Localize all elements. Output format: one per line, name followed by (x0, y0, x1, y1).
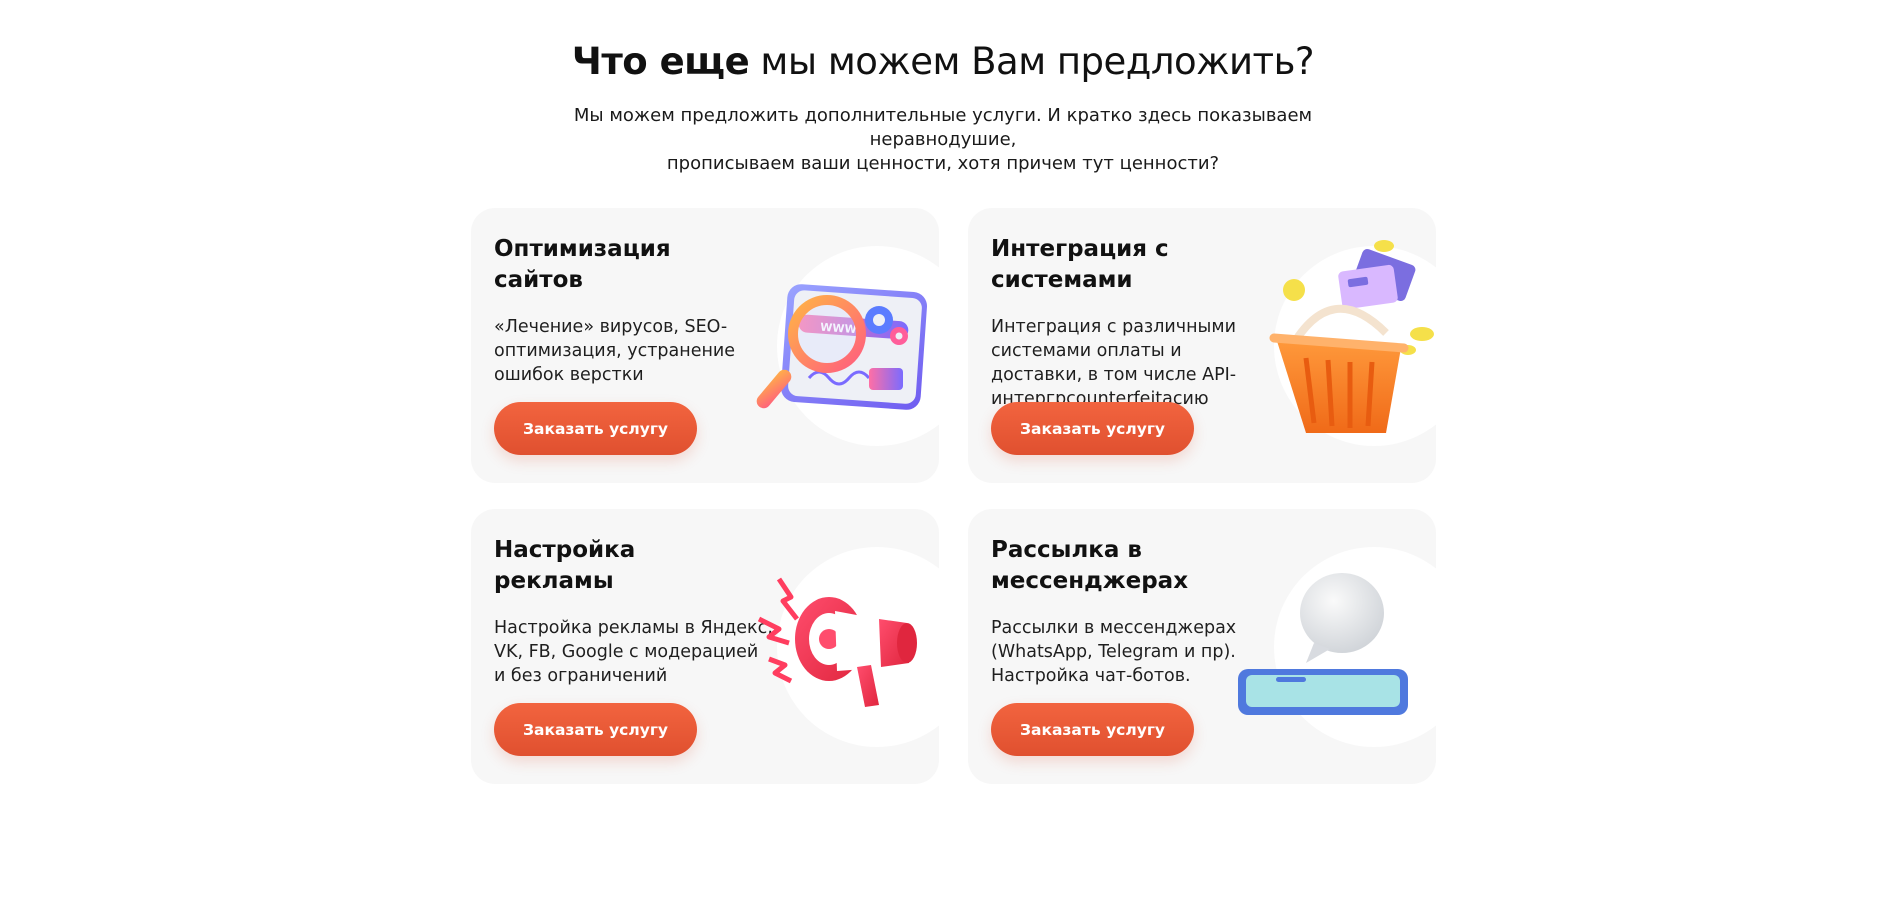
service-description: Интеграция с различными системами оплаты… (991, 317, 1237, 409)
section-subtitle: Мы можем предложить дополнительные услуг… (543, 104, 1343, 176)
subtitle-line-2: прописываем ваши ценности, хотя причем т… (666, 153, 1220, 174)
service-title: Оптимизация сайтов (494, 236, 671, 293)
subtitle-line-1: Мы можем предложить дополнительные услуг… (573, 105, 1313, 150)
order-service-button[interactable]: Заказать услугу (991, 402, 1194, 455)
order-service-button[interactable]: Заказать услугу (494, 703, 697, 756)
service-card-messengers: Рассылка в мессенджерах Рассылки в мессе… (968, 509, 1436, 784)
service-card-ads: Настройка рекламы Настройка рекламы в Ян… (471, 509, 939, 784)
service-card-optimization: Оптимизация сайтов «Лечение» вирусов, SE… (471, 208, 939, 483)
section-heading: Что еще мы можем Вам предложить? (0, 38, 1886, 86)
services-section: Что еще мы можем Вам предложить? Мы може… (0, 0, 1886, 904)
service-title: Настройка рекламы (494, 537, 636, 594)
service-title: Интеграция с системами (991, 236, 1169, 293)
shopping-basket-icon (1236, 238, 1436, 448)
phone-chat-bubble-icon (1236, 539, 1436, 749)
service-card-integration: Интеграция с системами Интеграция с разл… (968, 208, 1436, 483)
service-description: «Лечение» вирусов, SEO-оптимизация, устр… (494, 317, 736, 385)
heading-strong: Что еще (571, 40, 750, 83)
heading-rest: мы можем Вам предложить? (749, 40, 1315, 83)
megaphone-icon (739, 539, 939, 749)
order-service-button[interactable]: Заказать услугу (494, 402, 697, 455)
order-service-button[interactable]: Заказать услугу (991, 703, 1194, 756)
service-title: Рассылка в мессенджерах (991, 537, 1189, 594)
service-description: Настройка рекламы в Яндекс, VK, FB, Goog… (494, 618, 773, 686)
service-description: Рассылки в мессенджерах (WhatsApp, Teleg… (991, 618, 1237, 686)
magnifier-browser-icon: WWW (739, 238, 939, 448)
